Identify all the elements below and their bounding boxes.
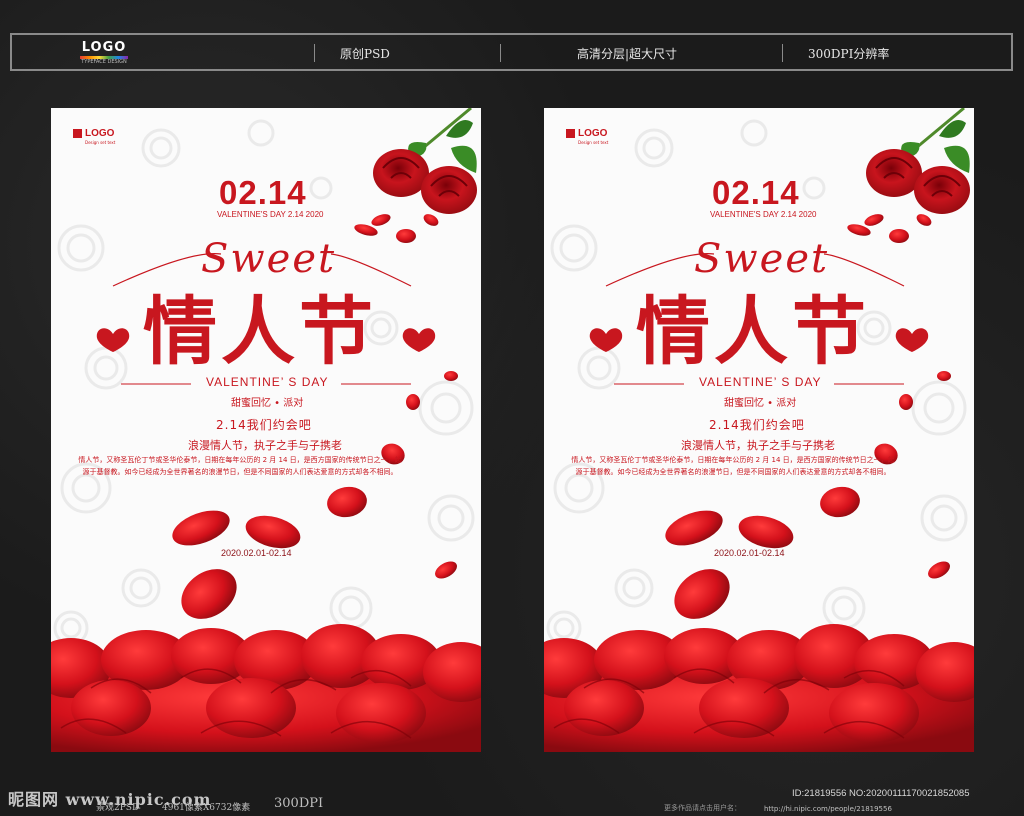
header-divider (782, 44, 783, 62)
description-paragraph: 情人节，又称圣瓦伦丁节或圣华伦泰节，日期在每年公历的 2 月 14 日，是西方国… (571, 456, 895, 476)
subtitle: 甜蜜回忆 • 派对 (724, 398, 797, 409)
poster-right: LOGO Design set text 02.14 VALENTINE'S D… (544, 108, 974, 752)
poster-logo-text: LOGO (85, 128, 115, 139)
footer-text-2: 4961像素X6732像素 (162, 803, 251, 813)
header-bar: LOGO TYPEFACE DESIGN 原创PSD 高清分层|超大尺寸 300… (10, 33, 1013, 71)
rose-icon (373, 108, 477, 214)
header-divider (314, 44, 315, 62)
author-url: http://hi.nipic.com/people/21819556 (764, 805, 892, 813)
poster-logo: LOGO Design set text (73, 128, 115, 145)
poster-left: LOGO Design set text 02.14 VALENTINE'S D… (51, 108, 481, 752)
logo-mark-icon (73, 129, 82, 138)
header-item-layers: 高清分层|超大尺寸 (577, 47, 678, 61)
english-title: VALENTINE’ S DAY (699, 375, 822, 389)
petal-pile (51, 624, 481, 752)
footer-text-4: 更多作品请点击用户名： (664, 804, 741, 812)
script-title: Sweet (201, 236, 337, 282)
rose-icon (866, 108, 970, 214)
poster-date: 02.14 (219, 174, 307, 211)
poster-logo-subtext: Design set text (578, 140, 609, 145)
slogan: 浪漫情人节，执子之手与子携老 (681, 439, 835, 452)
date-line: 2.14我们约会吧 (216, 418, 312, 432)
poster-date-subtitle: VALENTINE'S DAY 2.14 2020 (710, 210, 817, 219)
date-line: 2.14我们约会吧 (709, 418, 805, 432)
poster-logo: LOGO Design set text (566, 128, 608, 145)
header-logo-text: LOGO (81, 40, 127, 55)
footer-text-3: 300DPI (274, 796, 324, 811)
heart-icon (402, 328, 436, 352)
header-logo-subtext: TYPEFACE DESIGN (81, 59, 127, 65)
heart-icon (895, 328, 929, 352)
poster-date-subtitle: VALENTINE'S DAY 2.14 2020 (217, 210, 324, 219)
logo-mark-icon (566, 129, 575, 138)
description-paragraph: 情人节，又称圣瓦伦丁节或圣华伦泰节，日期在每年公历的 2 月 14 日，是西方国… (78, 456, 402, 476)
header-logo: LOGO TYPEFACE DESIGN (76, 41, 132, 66)
slogan: 浪漫情人节，执子之手与子携老 (188, 439, 342, 452)
main-title: 情人节 (636, 289, 870, 375)
header-item-dpi: 300DPI分辨率 (808, 47, 890, 61)
date-range: 2020.02.01-02.14 (714, 548, 785, 558)
english-title: VALENTINE’ S DAY (206, 375, 329, 389)
subtitle: 甜蜜回忆 • 派对 (231, 398, 304, 409)
footer: 昵图网 www.nipic.com 景观2PSD 4961像素X6732像素 3… (0, 778, 1024, 816)
header-divider (500, 44, 501, 62)
poster-logo-subtext: Design set text (85, 140, 116, 145)
main-title: 情人节 (143, 289, 377, 375)
poster-logo-text: LOGO (578, 128, 608, 139)
date-range: 2020.02.01-02.14 (221, 548, 292, 558)
footer-text-1: 景观2PSD (96, 803, 140, 813)
header-item-psd: 原创PSD (340, 47, 390, 61)
script-title: Sweet (694, 236, 830, 282)
footer-id-line: ID:21819556 NO:20200111170021852085 (792, 788, 970, 799)
poster-date: 02.14 (712, 174, 800, 211)
petal-pile (544, 624, 974, 752)
